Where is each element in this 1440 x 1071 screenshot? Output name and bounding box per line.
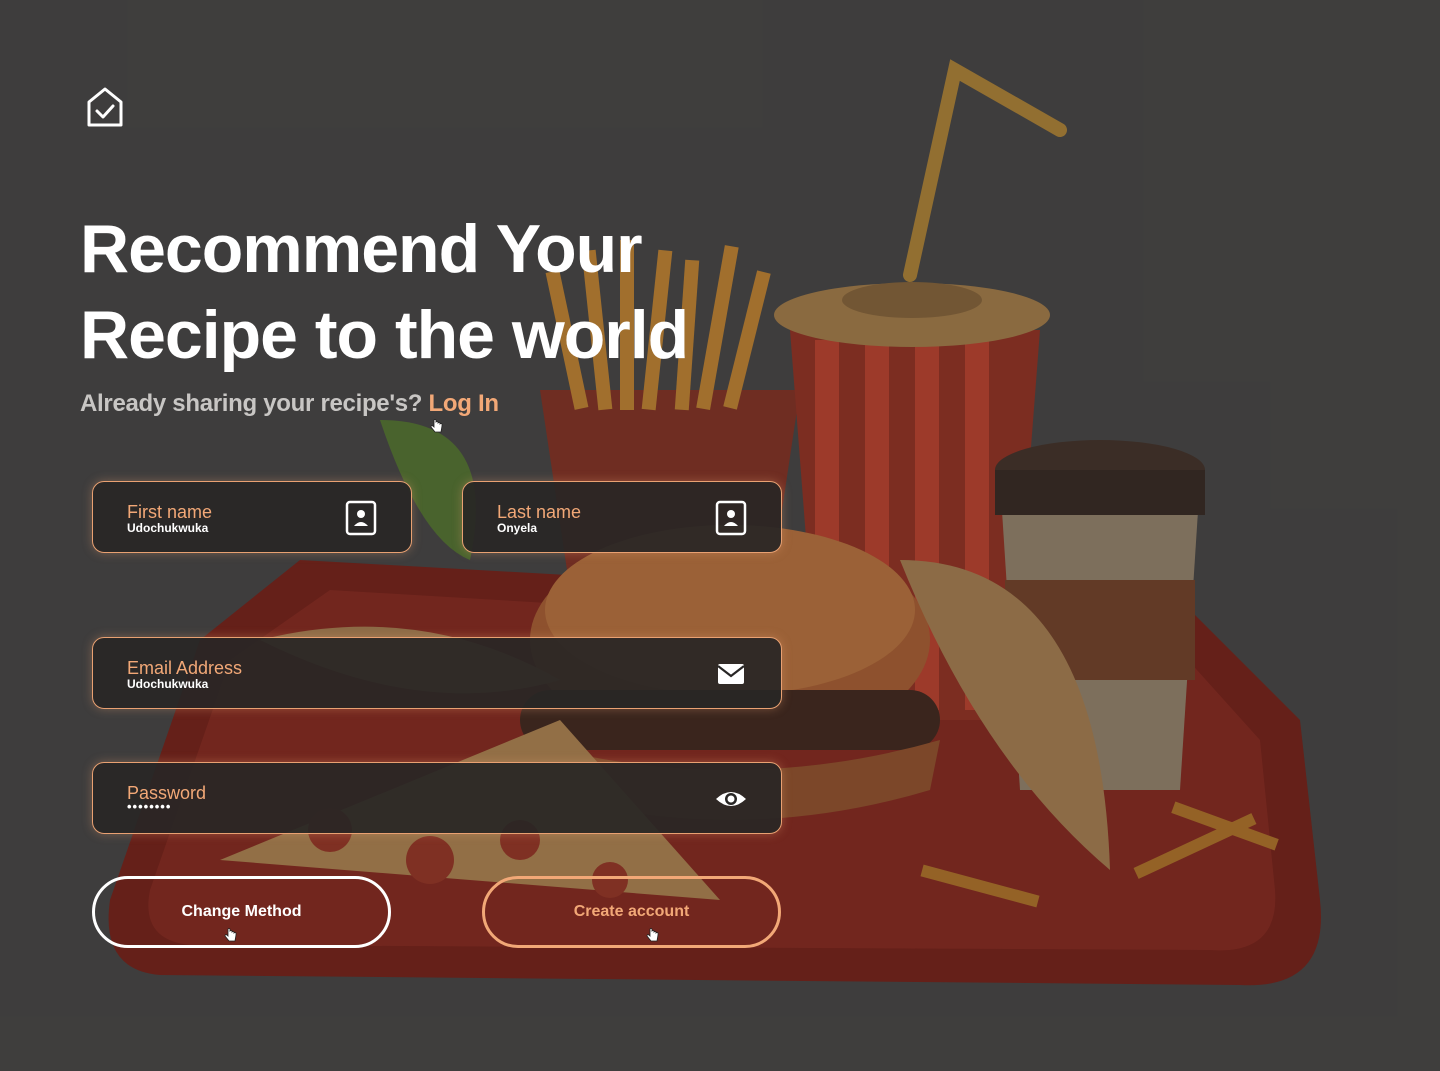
contact-card-icon bbox=[345, 500, 377, 536]
envelope-icon bbox=[715, 656, 747, 692]
last-name-value[interactable]: Onyela bbox=[497, 521, 537, 535]
change-method-button[interactable]: Change Method bbox=[92, 876, 391, 948]
title-line-1: Recommend Your bbox=[80, 211, 643, 287]
first-name-label: First name bbox=[127, 502, 213, 522]
last-name-label: Last name bbox=[497, 502, 582, 522]
last-name-field[interactable]: Last name Onyela bbox=[462, 481, 782, 553]
contact-card-icon bbox=[715, 500, 747, 536]
email-value[interactable]: Udochukwuka bbox=[127, 677, 208, 691]
eye-icon[interactable] bbox=[715, 781, 747, 817]
title-line-2: Recipe to the world bbox=[80, 297, 689, 373]
login-prompt-text: Already sharing your recipe's? bbox=[80, 390, 423, 417]
email-field[interactable]: Email Address Udochukwuka bbox=[92, 637, 782, 709]
password-value[interactable]: •••••••• bbox=[127, 799, 171, 814]
home-check-icon[interactable] bbox=[86, 86, 124, 128]
first-name-value[interactable]: Udochukwuka bbox=[127, 521, 208, 535]
first-name-field[interactable]: First name Udochukwuka bbox=[92, 481, 412, 553]
page-title: Recommend Your Recipe to the world bbox=[80, 206, 780, 378]
create-account-button[interactable]: Create account bbox=[482, 876, 781, 948]
password-field[interactable]: Password •••••••• bbox=[92, 762, 782, 834]
email-label: Email Address bbox=[127, 658, 243, 678]
login-link[interactable]: Log In bbox=[429, 390, 499, 417]
login-prompt: Already sharing your recipe's? Log In bbox=[80, 390, 499, 418]
